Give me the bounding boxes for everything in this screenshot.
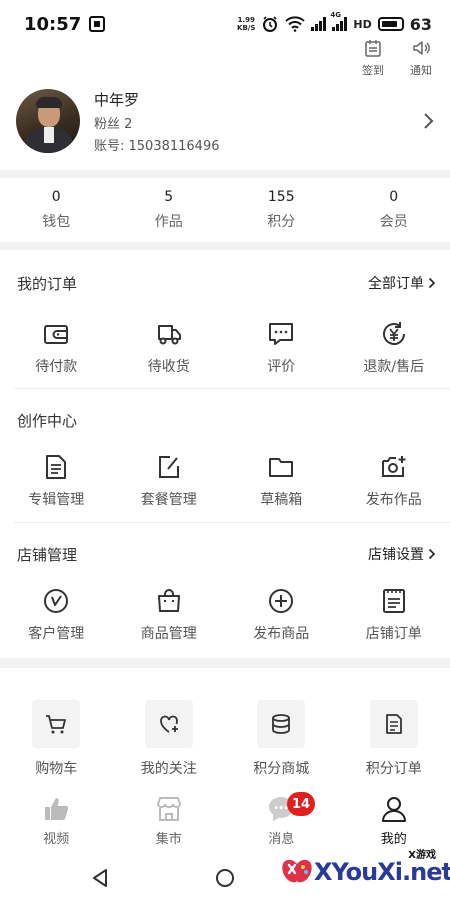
shopping-bag-icon [157, 589, 180, 612]
publish-works[interactable]: 发布作品 [338, 453, 450, 509]
document-icon [46, 455, 67, 479]
album-management[interactable]: 专辑管理 [0, 453, 113, 509]
drafts[interactable]: 草稿箱 [225, 453, 338, 509]
comment-icon [269, 323, 294, 345]
tools-grid: 购物车 我的关注 积分商城 积分订单 [0, 700, 450, 778]
back-icon[interactable] [90, 867, 110, 889]
chevron-right-icon[interactable] [422, 111, 436, 131]
tab-video[interactable]: 视频 [0, 794, 113, 848]
divider [0, 170, 450, 178]
folder-icon [269, 458, 294, 477]
watermark-text: XYouXi.net [314, 858, 450, 886]
section-title: 店铺管理 [17, 545, 78, 564]
home-icon[interactable] [214, 867, 236, 889]
order-review[interactable]: 评价 [225, 320, 338, 376]
speaker-icon [413, 41, 430, 55]
thumbs-up-icon [45, 798, 69, 820]
order-refund[interactable]: 退款/售后 [338, 320, 450, 376]
cart[interactable]: 购物车 [0, 700, 113, 778]
goods-management[interactable]: 商品管理 [113, 587, 226, 643]
wallet-icon [44, 325, 69, 344]
tab-messages[interactable]: 14 消息 [225, 792, 338, 848]
section-title: 我的订单 [17, 274, 78, 293]
watermark: X游戏 XYouXi.net [280, 846, 450, 896]
store-section: 店铺管理 店铺设置 客户管理 商品管理 发布商品 店铺订单 [0, 539, 450, 643]
alarm-icon [263, 16, 278, 32]
divider [0, 242, 450, 250]
notify-button[interactable]: 通知 [406, 38, 436, 78]
profile-account: 账号: 15038116496 [94, 138, 220, 154]
hd-icon: HD [353, 17, 372, 31]
orders-section: 我的订单 全部订单 待付款 待收货 评价 退款/售后 [0, 268, 450, 376]
divider [14, 388, 450, 389]
creation-section: 创作中心 专辑管理 套餐管理 草稿箱 发布作品 [0, 405, 450, 509]
edit-icon [158, 456, 179, 478]
stat-member[interactable]: 0 会员 [338, 180, 450, 240]
order-pending-receipt[interactable]: 待收货 [113, 320, 226, 376]
section-title: 创作中心 [17, 411, 78, 430]
compass-icon [44, 589, 69, 613]
avatar[interactable] [16, 89, 80, 153]
camera-plus-icon [381, 456, 406, 477]
network-speed: 1.99 KB/S [237, 16, 256, 32]
wifi-icon [285, 16, 306, 32]
top-actions: 签到 通知 [358, 38, 436, 78]
truck-icon [157, 325, 181, 345]
checkin-label: 签到 [362, 64, 384, 77]
order-pending-payment[interactable]: 待付款 [0, 320, 113, 376]
tab-market[interactable]: 集市 [113, 794, 226, 848]
order-list-icon [382, 589, 405, 613]
status-icons: 1.99 KB/S 4G HD 63 [237, 11, 432, 34]
stat-works[interactable]: 5 作品 [113, 180, 226, 240]
divider [0, 658, 450, 668]
points-order-icon [385, 714, 402, 734]
refund-icon [382, 322, 405, 345]
profile-name: 中年罗 [94, 90, 140, 109]
person-icon [381, 797, 406, 822]
stat-wallet[interactable]: 0 钱包 [0, 180, 113, 240]
points-mall[interactable]: 积分商城 [225, 700, 338, 778]
tab-mine[interactable]: 我的 [338, 794, 450, 848]
my-follows[interactable]: 我的关注 [113, 700, 226, 778]
profile-info: 中年罗 粉丝 2 账号: 15038116496 [94, 89, 220, 154]
points-orders[interactable]: 积分订单 [338, 700, 450, 778]
publish-goods[interactable]: 发布商品 [225, 587, 338, 643]
all-orders-link[interactable]: 全部订单 [368, 273, 436, 293]
chevron-right-icon [428, 277, 436, 289]
package-management[interactable]: 套餐管理 [113, 453, 226, 509]
calendar-icon [365, 40, 381, 57]
status-time: 10:57 [24, 13, 82, 35]
unread-badge: 14 [287, 792, 316, 816]
stats-row: 0 钱包 5 作品 155 积分 0 会员 [0, 180, 450, 240]
battery-icon [377, 17, 404, 31]
store-settings-link[interactable]: 店铺设置 [368, 544, 436, 564]
cart-icon [46, 715, 67, 734]
store-orders[interactable]: 店铺订单 [338, 587, 450, 643]
battery-percent: 63 [409, 14, 432, 34]
stat-points[interactable]: 155 积分 [225, 180, 338, 240]
coins-icon [272, 714, 291, 734]
watermark-logo [282, 859, 312, 883]
plus-circle-icon [269, 589, 294, 613]
signal-4g-icon: 4G [330, 11, 348, 31]
divider [14, 522, 450, 523]
profile-card[interactable]: 中年罗 粉丝 2 账号: 15038116496 [16, 86, 436, 156]
notify-label: 通知 [410, 64, 432, 77]
notification-app-icon [89, 16, 106, 32]
store-icon [156, 797, 181, 821]
heart-plus-icon [159, 715, 178, 733]
bottom-tab-bar: 视频 集市 14 消息 我的 [0, 792, 450, 848]
chevron-right-icon [428, 548, 436, 560]
profile-fans: 粉丝 2 [94, 116, 133, 132]
customer-management[interactable]: 客户管理 [0, 587, 113, 643]
signal-icon [311, 17, 327, 31]
checkin-button[interactable]: 签到 [358, 38, 388, 78]
